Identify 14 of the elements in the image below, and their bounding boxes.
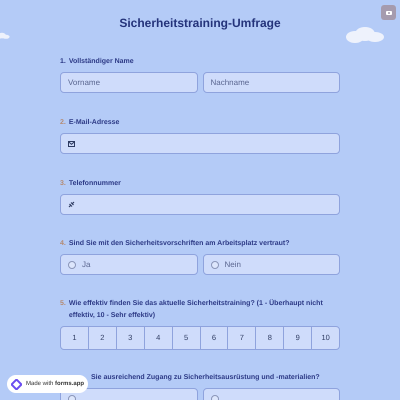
form-title: Sicherheitstraining-Umfrage — [118, 15, 282, 32]
image-button[interactable] — [381, 5, 396, 20]
option-label: Nein — [224, 258, 241, 270]
option-label: Ja — [82, 258, 90, 270]
phone-field[interactable] — [60, 194, 340, 215]
option-card[interactable]: Ja — [60, 254, 198, 275]
email-field[interactable] — [60, 133, 340, 154]
envelope-icon — [68, 140, 75, 146]
camera-icon — [386, 10, 392, 15]
name-field[interactable]: Vorname — [60, 72, 198, 93]
brand-logo-icon — [11, 378, 22, 390]
name-field[interactable]: Nachname — [202, 72, 340, 93]
cloud-icon — [345, 26, 385, 44]
option-card[interactable]: Nein — [202, 254, 340, 275]
